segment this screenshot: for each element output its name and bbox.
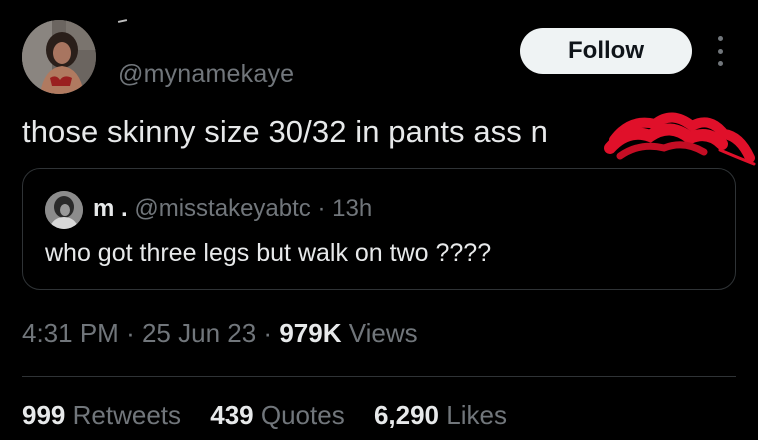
quoted-author-avatar[interactable] — [45, 191, 83, 229]
tweet-text: those skinny size 30/32 in pants ass n — [22, 114, 548, 149]
separator-dot: · — [263, 318, 273, 348]
tweet-date[interactable]: 25 Jun 23 — [142, 318, 256, 348]
views-count: 979K — [279, 318, 342, 348]
likes-count: 6,290 — [373, 400, 440, 430]
retweets-stat[interactable]: 999 Retweets — [22, 400, 181, 430]
divider — [22, 376, 736, 377]
author-avatar[interactable] — [22, 20, 96, 94]
author-handle[interactable]: @mynamekaye — [118, 60, 294, 89]
tweet-time[interactable]: 4:31 PM — [22, 318, 119, 348]
quotes-stat[interactable]: 439 Quotes — [210, 400, 344, 430]
redaction-scribble — [604, 112, 756, 166]
quoted-tweet-text: who got three legs but walk on two ???? — [45, 239, 492, 267]
engagement-stats: 999 Retweets 439 Quotes 6,290 Likes — [22, 400, 529, 431]
more-options-icon[interactable] — [712, 36, 728, 66]
quoted-tweet-age: 13h — [332, 195, 373, 222]
retweets-count: 999 — [22, 400, 66, 430]
quotes-label: Quotes — [260, 400, 345, 430]
quoted-tweet-header: m . @misstakeyabtc · 13h — [93, 195, 372, 223]
separator-dot: · — [126, 318, 135, 348]
separator-dot: · — [317, 195, 326, 222]
quotes-count: 439 — [210, 400, 254, 430]
tweet-meta: 4:31 PM · 25 Jun 23 · 979K Views — [22, 318, 418, 349]
views-label: Views — [348, 318, 418, 348]
follow-button[interactable]: Follow — [520, 28, 692, 74]
quoted-tweet-card[interactable]: m . @misstakeyabtc · 13h who got three l… — [22, 168, 736, 290]
retweets-label: Retweets — [72, 400, 182, 430]
quoted-author-handle[interactable]: @misstakeyabtc — [134, 195, 310, 222]
display-name-mark — [117, 19, 128, 23]
likes-label: Likes — [446, 400, 507, 430]
quoted-author-name[interactable]: m . — [93, 195, 128, 222]
likes-stat[interactable]: 6,290 Likes — [374, 400, 507, 430]
